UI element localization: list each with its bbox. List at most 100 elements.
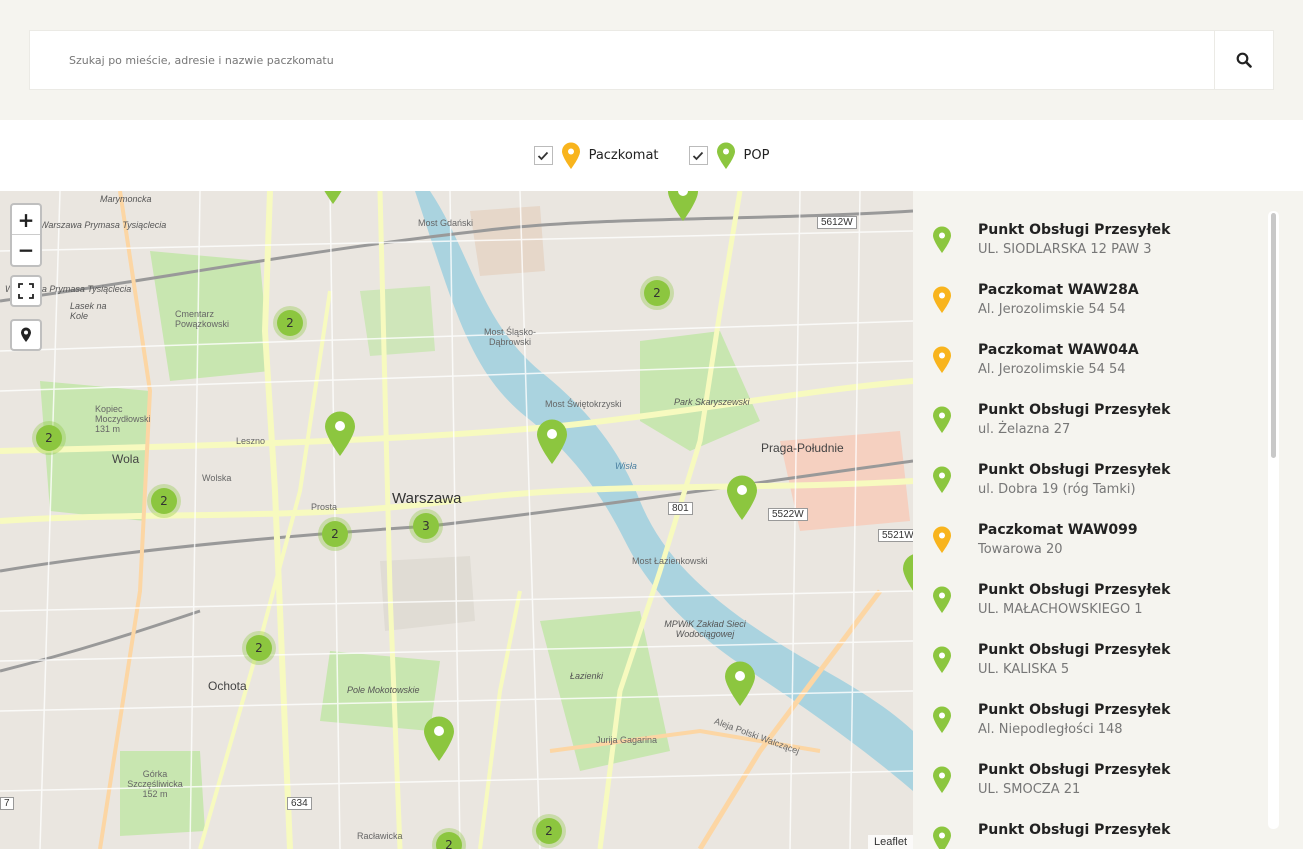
pop-marker-icon[interactable] — [902, 553, 913, 599]
pop-marker-icon[interactable] — [724, 661, 756, 707]
label-most-swietokrzyski: Most Świętokrzyski — [545, 399, 622, 409]
list-item[interactable]: Punkt Obsługi Przesyłek UL. MAŁACHOWSKIE… — [913, 571, 1268, 631]
item-title: Punkt Obsługi Przesyłek — [978, 402, 1171, 418]
item-title: Punkt Obsługi Przesyłek — [978, 642, 1171, 658]
pop-pin-icon — [933, 706, 951, 733]
label-wola: Wola — [112, 452, 140, 466]
list-item[interactable]: Punkt Obsługi Przesyłek ul. Dobra 19 (ró… — [913, 451, 1268, 511]
label-warszawa-prymasa: Warszawa Prymasa Tysiąclecia — [40, 220, 167, 230]
map[interactable]: Marymoncka Warszawa Prymasa Tysiąclecia … — [0, 191, 913, 849]
list-scrollbar[interactable] — [1268, 211, 1279, 829]
item-title: Punkt Obsługi Przesyłek — [978, 222, 1171, 238]
label-kopiec: Kopiec Moczydłowski 131 m — [95, 404, 151, 434]
label-road-5522w: 5522W — [768, 508, 808, 521]
list-item[interactable]: Punkt Obsługi Przesyłek UL. SIODLARSKA 1… — [913, 211, 1268, 271]
label-cmentarz: Cmentarz Powązkowski — [175, 309, 230, 329]
pop-marker-icon[interactable] — [536, 419, 568, 465]
pop-marker-icon[interactable] — [726, 475, 758, 521]
filter-label-pop: POP — [743, 148, 770, 163]
list-item[interactable]: Punkt Obsługi Przesyłek — [913, 811, 1268, 849]
item-address: Towarowa 20 — [978, 542, 1063, 557]
pop-pin-icon — [933, 226, 951, 253]
pop-pin-icon — [933, 646, 951, 673]
pop-pin-icon — [933, 406, 951, 433]
label-road-5612w: 5612W — [817, 216, 857, 229]
search-box — [29, 30, 1274, 90]
label-warszawa: Warszawa — [392, 490, 462, 507]
pop-marker-icon[interactable] — [667, 191, 699, 222]
results-list: Punkt Obsługi Przesyłek UL. SIODLARSKA 1… — [913, 211, 1268, 849]
item-title: Punkt Obsługi Przesyłek — [978, 582, 1171, 598]
pop-checkbox[interactable] — [688, 146, 708, 165]
map-attribution[interactable]: Leaflet — [867, 835, 913, 849]
zoom-control: + − — [10, 203, 42, 267]
checkmark-icon — [537, 151, 549, 160]
paczkomat-checkbox[interactable] — [533, 146, 553, 165]
label-ochota: Ochota — [208, 679, 247, 693]
search-icon — [1236, 52, 1252, 68]
filter-label-paczkomat: Paczkomat — [588, 148, 659, 163]
zoom-out-button[interactable]: − — [12, 235, 40, 265]
list-item[interactable]: Punkt Obsługi Przesyłek ul. Żelazna 27 — [913, 391, 1268, 451]
pop-marker-icon[interactable] — [324, 411, 356, 457]
marker-cluster[interactable]: 2 — [242, 631, 276, 665]
marker-cluster[interactable]: 3 — [409, 509, 443, 543]
list-item[interactable]: Paczkomat WAW099 Towarowa 20 — [913, 511, 1268, 571]
pop-pin-icon — [933, 466, 951, 493]
marker-cluster[interactable]: 2 — [147, 484, 181, 518]
scrollbar-thumb[interactable] — [1271, 213, 1276, 458]
label-wisla: Wisła — [615, 461, 637, 471]
label-pole-mokotowskie: Pole Mokotowskie — [347, 685, 420, 695]
pop-pin-icon — [933, 826, 951, 849]
search-section — [0, 0, 1303, 120]
search-input[interactable] — [30, 31, 1215, 89]
zoom-in-button[interactable]: + — [12, 205, 40, 235]
marker-cluster[interactable]: 2 — [532, 814, 566, 848]
item-address: Al. Jerozolimskie 54 54 — [978, 362, 1126, 377]
label-gorka: Górka Szczęśliwicka 152 m — [127, 769, 183, 799]
paczkomat-pin-icon — [933, 346, 951, 373]
marker-cluster[interactable]: 2 — [273, 306, 307, 340]
pop-marker-icon[interactable] — [317, 191, 349, 205]
item-address: UL. KALISKA 5 — [978, 662, 1070, 677]
results-sidebar: Punkt Obsługi Przesyłek UL. SIODLARSKA 1… — [913, 191, 1303, 849]
label-road-801: 801 — [668, 502, 693, 515]
list-item[interactable]: Paczkomat WAW28A Al. Jerozolimskie 54 54 — [913, 271, 1268, 331]
checkmark-icon — [692, 151, 704, 160]
fullscreen-button[interactable] — [10, 275, 42, 307]
label-park-skaryszewski: Park Skaryszewski — [674, 397, 750, 407]
list-item[interactable]: Punkt Obsługi Przesyłek UL. KALISKA 5 — [913, 631, 1268, 691]
label-road-7: 7 — [0, 797, 14, 810]
list-item[interactable]: Punkt Obsługi Przesyłek UL. SMOCZA 21 — [913, 751, 1268, 811]
locate-button[interactable] — [10, 319, 42, 351]
list-item[interactable]: Paczkomat WAW04A Al. Jerozolimskie 54 54 — [913, 331, 1268, 391]
item-title: Paczkomat WAW04A — [978, 342, 1139, 358]
marker-cluster[interactable]: 2 — [32, 421, 66, 455]
item-title: Paczkomat WAW28A — [978, 282, 1139, 298]
item-title: Punkt Obsługi Przesyłek — [978, 702, 1171, 718]
filter-paczkomat[interactable]: Paczkomat — [533, 142, 659, 170]
pop-pin-icon — [933, 766, 951, 793]
item-title: Punkt Obsługi Przesyłek — [978, 762, 1171, 778]
label-road-634: 634 — [287, 797, 312, 810]
label-most-gdanski: Most Gdański — [418, 218, 474, 228]
label-marymoncka: Marymoncka — [100, 194, 152, 204]
filter-bar: Paczkomat POP — [0, 120, 1303, 191]
label-raclawicka: Racławicka — [357, 831, 403, 841]
list-item[interactable]: Punkt Obsługi Przesyłek Al. Niepodległoś… — [913, 691, 1268, 751]
label-mpwik: MPWiK Zakład Sieci Wodociągowej — [664, 619, 746, 639]
item-address: Al. Niepodległości 148 — [978, 722, 1123, 737]
paczkomat-pin-icon — [561, 142, 580, 169]
label-praga-poludnie: Praga-Południe — [761, 441, 844, 455]
item-title: Punkt Obsługi Przesyłek — [978, 822, 1171, 838]
search-button[interactable] — [1214, 31, 1273, 89]
item-address: UL. SIODLARSKA 12 PAW 3 — [978, 242, 1152, 257]
marker-cluster[interactable]: 2 — [318, 517, 352, 551]
pop-pin-icon — [716, 142, 735, 169]
label-prosta: Prosta — [311, 502, 338, 512]
pop-marker-icon[interactable] — [423, 716, 455, 762]
marker-cluster[interactable]: 2 — [640, 276, 674, 310]
filter-pop[interactable]: POP — [688, 142, 770, 170]
paczkomat-pin-icon — [933, 526, 951, 553]
item-title: Paczkomat WAW099 — [978, 522, 1138, 538]
